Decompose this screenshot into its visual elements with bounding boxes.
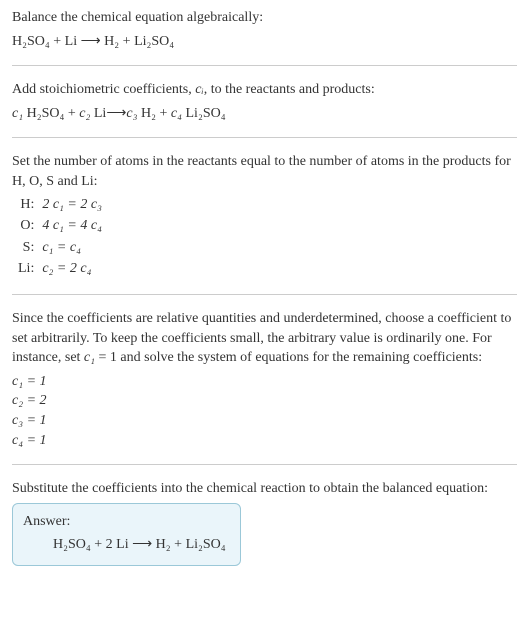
sol-c4: c₄ = 1 (12, 431, 517, 451)
section-coeffs: Add stoichiometric coefficients, cᵢ, to … (12, 80, 517, 138)
arrow-1: ⟶ (106, 104, 126, 124)
coeff-equation: c₁ H₂SO₄ + c₂ Li ⟶ c₃ H₂ + c₄ Li₂SO₄ (12, 104, 517, 124)
coeff-text-post: , to the reactants and products: (204, 82, 375, 97)
c1-set: c₁ (84, 350, 95, 365)
balanced-equation: H₂SO₄ + 2 Li ⟶ H₂ + Li₂SO₄ (23, 535, 226, 555)
atom-balance-table: H: 2 c₁ = 2 c₃ O: 4 c₁ = 4 c₄ S: c₁ = c₄… (12, 194, 106, 280)
species-li2so4: Li₂SO₄ (186, 106, 226, 121)
unbalanced-equation: H₂SO₄ + Li ⟶ H₂ + Li₂SO₄ (12, 32, 517, 52)
sol-c2: c₂ = 2 (12, 391, 517, 411)
solve-text-2: = 1 and solve the system of equations fo… (95, 350, 482, 365)
instruction-atoms: Set the number of atoms in the reactants… (12, 152, 517, 191)
section-atoms: Set the number of atoms in the reactants… (12, 152, 517, 295)
instruction-balance: Balance the chemical equation algebraica… (12, 8, 517, 28)
section-solve: Since the coefficients are relative quan… (12, 309, 517, 465)
answer-label: Answer: (23, 512, 226, 532)
section-problem: Balance the chemical equation algebraica… (12, 8, 517, 66)
species-li: Li (94, 106, 106, 121)
eq-S: c₁ = c₄ (42, 240, 81, 255)
sol-c3: c₃ = 1 (12, 411, 517, 431)
c2: c₂ (79, 106, 90, 121)
c4: c₄ (171, 106, 182, 121)
row-S: S: c₁ = c₄ (12, 237, 106, 259)
plus-2: + (156, 106, 171, 121)
plus-1: + (64, 106, 79, 121)
c1: c₁ (12, 106, 23, 121)
species-h2: H₂ (141, 106, 156, 121)
instruction-coeffs: Add stoichiometric coefficients, cᵢ, to … (12, 80, 517, 100)
species-h2so4: H₂SO₄ (27, 106, 65, 121)
row-O: O: 4 c₁ = 4 c₄ (12, 215, 106, 237)
eq-Li: c₂ = 2 c₄ (42, 261, 91, 276)
instruction-substitute: Substitute the coefficients into the che… (12, 479, 517, 499)
eq-H: 2 c₁ = 2 c₃ (42, 197, 102, 212)
answer-box: Answer: H₂SO₄ + 2 Li ⟶ H₂ + Li₂SO₄ (12, 503, 241, 566)
coeff-ci: cᵢ (195, 82, 203, 97)
section-answer: Substitute the coefficients into the che… (12, 479, 517, 570)
c3: c₃ (126, 106, 137, 121)
coeff-text-pre: Add stoichiometric coefficients, (12, 82, 195, 97)
element-O: O: (12, 215, 42, 237)
element-Li: Li: (12, 258, 42, 280)
sol-c1: c₁ = 1 (12, 372, 517, 392)
eq-O: 4 c₁ = 4 c₄ (42, 218, 102, 233)
row-Li: Li: c₂ = 2 c₄ (12, 258, 106, 280)
row-H: H: 2 c₁ = 2 c₃ (12, 194, 106, 216)
element-S: S: (12, 237, 42, 259)
element-H: H: (12, 194, 42, 216)
instruction-solve: Since the coefficients are relative quan… (12, 309, 517, 368)
